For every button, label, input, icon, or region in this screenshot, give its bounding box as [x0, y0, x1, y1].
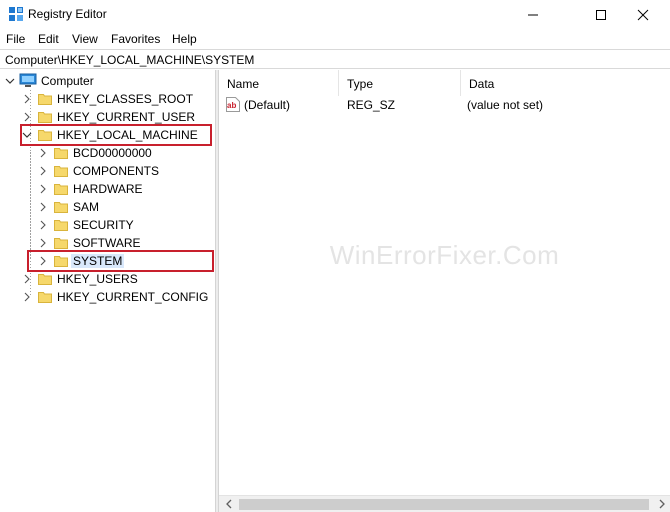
maximize-button[interactable] [578, 0, 624, 30]
scroll-left-icon[interactable] [223, 499, 235, 509]
tree-node-hardware[interactable]: HARDWARE [0, 180, 215, 198]
highlight-box-system [27, 250, 214, 272]
tree-node-sam[interactable]: SAM [0, 198, 215, 216]
folder-icon [54, 148, 68, 159]
title-bar: Registry Editor [0, 0, 670, 30]
chevron-right-icon[interactable] [38, 220, 48, 230]
tree-label-bcd[interactable]: BCD00000000 [73, 146, 152, 160]
scrollbar-thumb[interactable] [239, 499, 649, 510]
tree-label-hkcc[interactable]: HKEY_CURRENT_CONFIG [57, 290, 208, 304]
chevron-right-icon[interactable] [38, 166, 48, 176]
folder-icon [38, 274, 52, 285]
tree-label-hku[interactable]: HKEY_USERS [57, 272, 138, 286]
chevron-down-icon[interactable] [5, 76, 15, 86]
tree-label-hkcr[interactable]: HKEY_CLASSES_ROOT [57, 92, 193, 106]
close-icon [637, 9, 649, 21]
minimize-button[interactable] [510, 0, 556, 30]
address-path[interactable]: Computer\HKEY_LOCAL_MACHINE\SYSTEM [5, 53, 254, 67]
menu-help[interactable]: Help [172, 32, 197, 46]
value-name: (Default) [244, 98, 291, 112]
chevron-right-icon[interactable] [38, 148, 48, 158]
key-tree-pane[interactable]: Computer HKEY_CLASSES_ROOT HKEY_CURRENT_… [0, 70, 215, 512]
horizontal-scrollbar[interactable] [219, 495, 670, 512]
tree-label-components[interactable]: COMPONENTS [73, 164, 159, 178]
string-value-icon: ab [226, 97, 240, 112]
window-title: Registry Editor [28, 7, 107, 21]
tree-node-bcd[interactable]: BCD00000000 [0, 144, 215, 162]
tree-node-hkcc[interactable]: HKEY_CURRENT_CONFIG [0, 288, 215, 306]
value-type: REG_SZ [347, 98, 396, 112]
tree-node-hku[interactable]: HKEY_USERS [0, 270, 215, 288]
folder-icon [54, 202, 68, 213]
address-bar[interactable]: Computer\HKEY_LOCAL_MACHINE\SYSTEM [0, 49, 670, 69]
chevron-right-icon[interactable] [38, 202, 48, 212]
folder-icon [54, 166, 68, 177]
chevron-right-icon[interactable] [22, 94, 32, 104]
tree-node-computer[interactable]: Computer [0, 72, 215, 90]
chevron-right-icon[interactable] [22, 112, 32, 122]
values-list-pane[interactable]: Name Type Data ab (Default) REG_SZ (valu… [219, 70, 670, 512]
chevron-right-icon[interactable] [22, 292, 32, 302]
menu-favorites[interactable]: Favorites [111, 32, 160, 46]
folder-icon [38, 292, 52, 303]
minimize-icon [528, 14, 538, 16]
menu-view[interactable]: View [72, 32, 98, 46]
folder-icon [54, 220, 68, 231]
scroll-right-icon[interactable] [656, 499, 668, 509]
tree-node-security[interactable]: SECURITY [0, 216, 215, 234]
tree-label-sam[interactable]: SAM [73, 200, 99, 214]
tree-label-software[interactable]: SOFTWARE [73, 236, 141, 250]
maximize-icon [596, 10, 606, 20]
folder-icon [54, 184, 68, 195]
menu-edit[interactable]: Edit [38, 32, 59, 46]
tree-node-hkcr[interactable]: HKEY_CLASSES_ROOT [0, 90, 215, 108]
folder-icon [38, 112, 52, 123]
chevron-right-icon[interactable] [38, 184, 48, 194]
highlight-box-hklm [20, 124, 212, 146]
chevron-right-icon[interactable] [22, 274, 32, 284]
computer-icon [19, 73, 37, 87]
table-row[interactable]: ab (Default) REG_SZ (value not set) [219, 70, 670, 118]
registry-editor-icon [9, 7, 23, 21]
folder-icon [38, 94, 52, 105]
chevron-right-icon[interactable] [38, 238, 48, 248]
tree-node-components[interactable]: COMPONENTS [0, 162, 215, 180]
tree-label-hardware[interactable]: HARDWARE [73, 182, 143, 196]
value-data: (value not set) [467, 98, 544, 112]
tree-label-security[interactable]: SECURITY [73, 218, 134, 232]
svg-text:ab: ab [227, 101, 236, 110]
folder-icon [54, 238, 68, 249]
watermark: WinErrorFixer.Com [329, 240, 560, 270]
tree-label-computer[interactable]: Computer [41, 74, 94, 88]
close-button[interactable] [620, 0, 666, 30]
menu-bar: File Edit View Favorites Help [0, 30, 670, 49]
menu-file[interactable]: File [6, 32, 25, 46]
tree-label-hkcu[interactable]: HKEY_CURRENT_USER [57, 110, 195, 124]
